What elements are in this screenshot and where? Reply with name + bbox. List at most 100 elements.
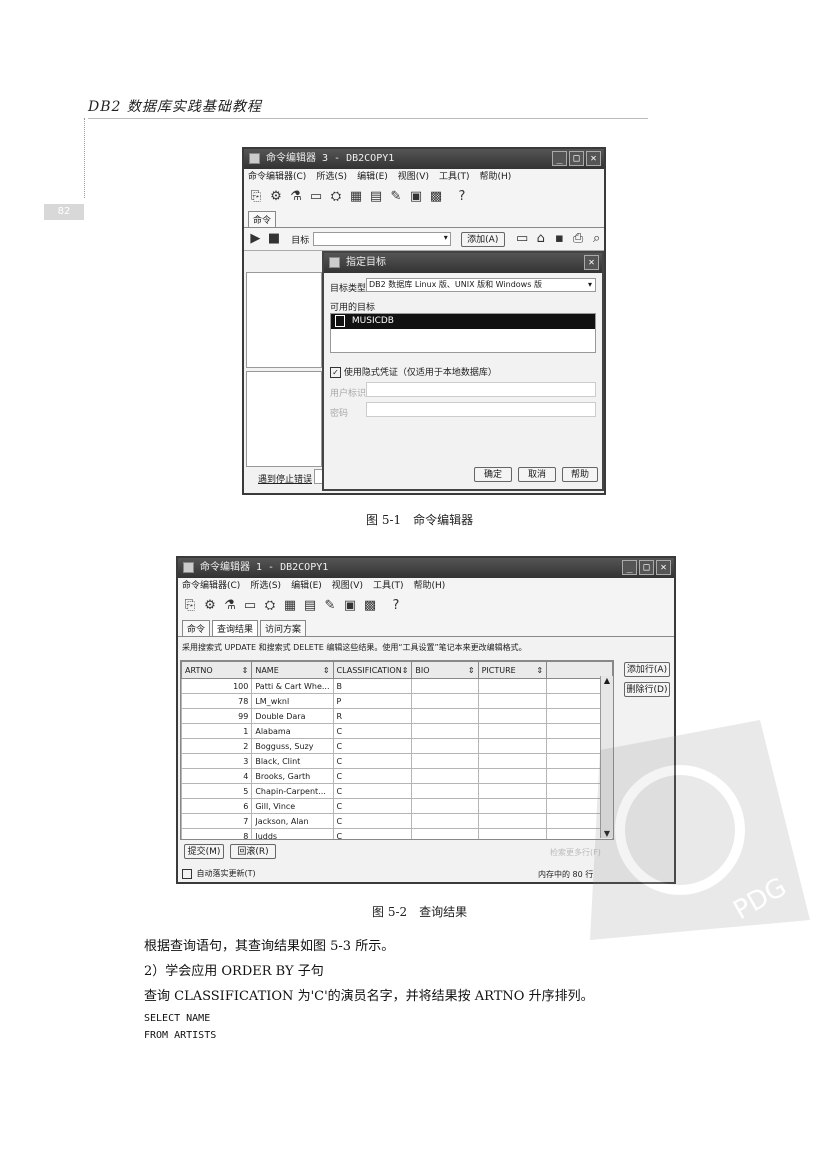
- cell-bio[interactable]: [411, 738, 479, 754]
- task-center-icon[interactable]: ⛭: [328, 189, 344, 205]
- cell-classification[interactable]: C: [332, 753, 413, 769]
- control-center-icon[interactable]: ⎘: [248, 189, 264, 205]
- column-header-bio[interactable]: BIO ⇕: [411, 661, 479, 679]
- cell-picture[interactable]: [477, 738, 548, 754]
- table-row[interactable]: 7 Jackson, Alan C: [181, 813, 613, 829]
- cell-artno[interactable]: 6: [181, 798, 253, 814]
- cell-classification[interactable]: C: [332, 768, 413, 784]
- cell-bio[interactable]: [411, 783, 479, 799]
- cell-artno[interactable]: 100: [181, 678, 253, 694]
- menu-view[interactable]: 视图(V): [398, 169, 429, 185]
- menu-command-editor[interactable]: 命令编辑器(C): [248, 169, 306, 185]
- cell-artno[interactable]: 7: [181, 813, 253, 829]
- journal-icon[interactable]: ▤: [368, 189, 384, 205]
- cell-bio[interactable]: [411, 723, 479, 739]
- cell-bio[interactable]: [411, 693, 479, 709]
- tools-settings-icon[interactable]: ▣: [342, 598, 358, 614]
- available-targets-list[interactable]: MUSICDB: [330, 313, 596, 353]
- cell-bio[interactable]: [411, 768, 479, 784]
- menu-tools[interactable]: 工具(T): [373, 578, 404, 594]
- help-icon[interactable]: ?: [388, 598, 404, 614]
- sort-icon[interactable]: ⇕: [402, 666, 409, 675]
- menu-command-editor[interactable]: 命令编辑器(C): [182, 578, 240, 594]
- cell-picture[interactable]: [477, 813, 548, 829]
- health-center-icon[interactable]: ▦: [348, 189, 364, 205]
- sort-icon[interactable]: ⇕: [536, 666, 543, 675]
- close-icon[interactable]: ✕: [586, 151, 601, 166]
- menu-help[interactable]: 帮助(H): [480, 169, 512, 185]
- ok-button[interactable]: 确定: [474, 467, 512, 482]
- new-icon[interactable]: ▭: [515, 231, 530, 247]
- table-row[interactable]: 1 Alabama C: [181, 723, 613, 739]
- tab-command[interactable]: 命令: [182, 620, 211, 636]
- add-button[interactable]: 添加(A): [460, 231, 505, 247]
- rollback-button[interactable]: 回滚(R): [230, 844, 276, 859]
- column-header-picture[interactable]: PICTURE ⇕: [477, 661, 548, 679]
- maximize-icon[interactable]: □: [639, 560, 654, 575]
- task-center-icon[interactable]: ⛭: [262, 598, 278, 614]
- help-button[interactable]: 帮助: [562, 467, 598, 482]
- tab-command[interactable]: 命令: [248, 211, 277, 227]
- cell-artno[interactable]: 5: [181, 783, 253, 799]
- cell-classification[interactable]: P: [332, 693, 413, 709]
- control-center-icon[interactable]: ⎘: [182, 598, 198, 614]
- license-icon[interactable]: ✎: [388, 189, 404, 205]
- cell-picture[interactable]: [477, 678, 548, 694]
- menu-edit[interactable]: 编辑(E): [357, 169, 388, 185]
- maximize-icon[interactable]: □: [569, 151, 584, 166]
- satellite-icon[interactable]: ⚗: [222, 598, 238, 614]
- column-header-name[interactable]: NAME ⇕: [251, 661, 334, 679]
- table-row[interactable]: 78 LM_wknl P: [181, 693, 613, 709]
- satellite-icon[interactable]: ⚗: [288, 189, 304, 205]
- table-row[interactable]: 100 Patti & Cart Whe... B: [181, 678, 613, 694]
- target-select[interactable]: ▾: [313, 232, 451, 246]
- dialog-titlebar[interactable]: 指定目标 ✕: [324, 253, 602, 273]
- cell-artno[interactable]: 3: [181, 753, 253, 769]
- cell-name[interactable]: Chapin-Carpent...: [251, 783, 334, 799]
- open-icon[interactable]: ⌂: [533, 231, 548, 247]
- checkbox-unchecked-icon[interactable]: [182, 868, 192, 879]
- cell-name[interactable]: Double Dara: [251, 708, 334, 724]
- tab-access-plan[interactable]: 访问方案: [260, 620, 307, 636]
- cell-bio[interactable]: [411, 828, 479, 839]
- cell-name[interactable]: Patti & Cart Whe...: [251, 678, 334, 694]
- find-icon[interactable]: ⌕: [589, 231, 604, 247]
- table-row[interactable]: 8 Judds C: [181, 828, 613, 839]
- print-icon[interactable]: ⎙: [571, 231, 586, 247]
- stop-icon[interactable]: ■: [267, 231, 282, 247]
- tools-settings-icon[interactable]: ▣: [408, 189, 424, 205]
- scroll-up-icon[interactable]: ▲: [601, 676, 613, 685]
- menu-tools[interactable]: 工具(T): [439, 169, 470, 185]
- cell-name[interactable]: Brooks, Garth: [251, 768, 334, 784]
- license-icon[interactable]: ✎: [322, 598, 338, 614]
- sort-icon[interactable]: ⇕: [323, 666, 330, 675]
- column-header-artno[interactable]: ARTNO ⇕: [181, 661, 253, 679]
- cell-classification[interactable]: C: [332, 828, 413, 839]
- password-input[interactable]: [366, 402, 596, 417]
- cell-picture[interactable]: [477, 783, 548, 799]
- command-editor-icon[interactable]: ▭: [308, 189, 324, 205]
- cell-classification[interactable]: C: [332, 738, 413, 754]
- close-icon[interactable]: ✕: [656, 560, 671, 575]
- run-icon[interactable]: ▶: [248, 231, 263, 247]
- table-row[interactable]: 3 Black, Clint C: [181, 753, 613, 769]
- delete-row-button[interactable]: 删除行(D): [624, 682, 670, 697]
- window-titlebar[interactable]: 命令编辑器 1 - DB2COPY1 _ □ ✕: [178, 558, 674, 578]
- cell-picture[interactable]: [477, 753, 548, 769]
- sort-icon[interactable]: ⇕: [242, 666, 249, 675]
- command-editor-icon[interactable]: ▭: [242, 598, 258, 614]
- cell-bio[interactable]: [411, 813, 479, 829]
- table-row[interactable]: 4 Brooks, Garth C: [181, 768, 613, 784]
- cell-artno[interactable]: 8: [181, 828, 253, 839]
- cell-bio[interactable]: [411, 678, 479, 694]
- minimize-icon[interactable]: _: [622, 560, 637, 575]
- cell-classification[interactable]: C: [332, 813, 413, 829]
- menu-help[interactable]: 帮助(H): [414, 578, 446, 594]
- cell-artno[interactable]: 99: [181, 708, 253, 724]
- checkbox-checked-icon[interactable]: ✓: [330, 367, 341, 378]
- implicit-credentials-option[interactable]: ✓ 使用隐式凭证（仅适用于本地数据库）: [330, 365, 497, 378]
- sort-icon[interactable]: ⇕: [468, 666, 475, 675]
- cell-classification[interactable]: C: [332, 723, 413, 739]
- replication-center-icon[interactable]: ⚙: [268, 189, 284, 205]
- monitor-icon[interactable]: ▩: [428, 189, 444, 205]
